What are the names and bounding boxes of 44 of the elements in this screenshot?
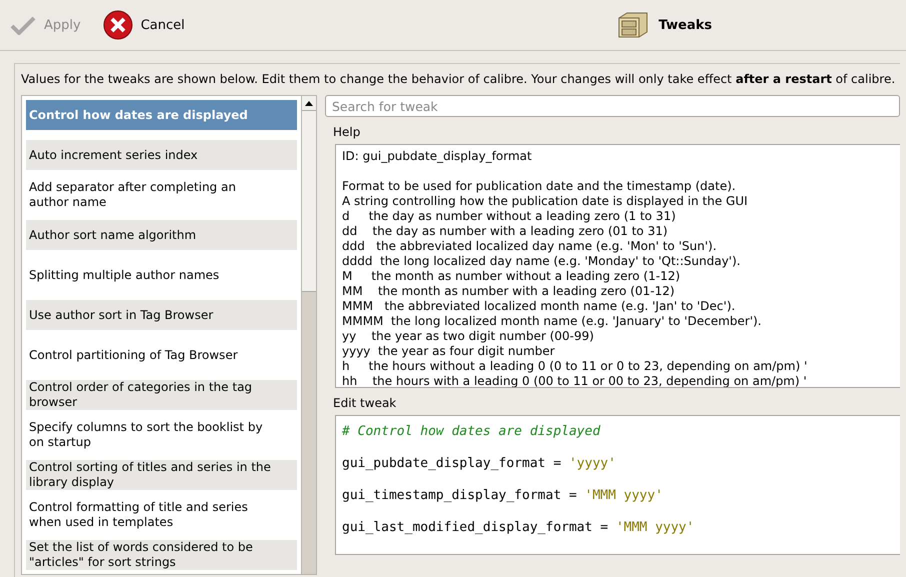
up-arrow-icon[interactable] <box>305 100 313 106</box>
tweak-item[interactable]: Control partitioning of Tag Browser <box>26 340 297 370</box>
help-line: M the month as number without a leading zero (1-12) <box>342 269 682 284</box>
help-line: ID: gui_pubdate_display_format <box>342 149 533 164</box>
help-line: ddd the abbreviated localized day name (e.g. 'Mon' to 'Sun'). <box>342 239 718 254</box>
tweak-item[interactable]: Add separator after completing an author name <box>26 180 297 210</box>
tweak-item[interactable]: Specify columns to sort the booklist by on startup <box>26 420 297 450</box>
tweak-item[interactable]: Control sorting of titles and series in the library display <box>26 460 297 490</box>
help-line: dddd the long localized day name (e.g. 'Monday' to 'Qt::Sunday'). <box>342 254 742 269</box>
help-line: yy the year as two digit number (00-99) <box>342 329 595 344</box>
code-text: gui_last_modified_display_format = <box>342 520 608 535</box>
help-line: yyyy the year as four digit number <box>342 344 556 359</box>
help-line: Format to be used for publication date and the timestamp (date). <box>342 179 737 194</box>
checkmark-icon <box>10 15 36 35</box>
string-literal: 'yyyy' <box>568 456 616 471</box>
help-label: Help <box>332 124 362 141</box>
string-literal: 'MMM yyyy' <box>616 520 694 535</box>
string-literal: 'MMM yyyy' <box>584 488 663 503</box>
tweak-item[interactable]: Set the list of words considered to be "articles" for sort strings <box>26 540 297 570</box>
code-editor[interactable]: # Control how dates are displayed gui_pubdate_display_format = 'yyyy' gui_timestamp_display_format = 'MMM yyyy' gui_last_modified_display_format = 'MMM yyyy' <box>335 415 900 555</box>
help-line: h the hours without a leading 0 (0 to 11 or 0 to 23, depending on am/pm) ' <box>342 359 808 374</box>
tweak-item[interactable]: Control order of categories in the tag browser <box>26 380 297 410</box>
edit-tweak-label: Edit tweak <box>332 395 398 412</box>
tweak-item[interactable]: Use author sort in Tag Browser <box>26 300 297 330</box>
tweak-item[interactable]: Control formatting of title and series when used in templates <box>26 500 297 530</box>
help-line: MMM the abbreviated localized month name (e.g. 'Jan' to 'Dec'). <box>342 299 736 314</box>
intro-text: Values for the tweaks are shown below. Edit them to change the behavior of calibre. Your changes will only take effect after a restart of calibre. <box>21 72 896 88</box>
tweak-item[interactable]: Auto increment series index <box>26 140 297 170</box>
code-text: gui_timestamp_display_format = <box>342 488 577 503</box>
tweak-item[interactable]: Author sort name algorithm <box>26 220 297 250</box>
tweak-item[interactable]: Control how dates are displayed <box>26 100 297 130</box>
help-line: dd the day as number with a leading zero (01 to 31) <box>342 224 669 239</box>
tweak-item[interactable]: Splitting multiple author names <box>26 260 297 290</box>
search-field[interactable]: Search for tweak <box>325 95 900 117</box>
help-line: A string controlling how the publication date is displayed in the GUI <box>342 194 749 209</box>
help-line: MM the month as number with a leading zero (01-12) <box>342 284 676 299</box>
help-line: MMMM the long localized month name (e.g. 'January' to 'December'). <box>342 314 762 329</box>
scrollbar[interactable] <box>301 96 316 574</box>
cancel-button[interactable]: Cancel <box>100 10 187 40</box>
close-icon <box>102 10 133 40</box>
help-line: d the day as number without a leading zero (1 to 31) <box>342 209 677 224</box>
code-text: gui_pubdate_display_format = <box>342 456 562 471</box>
window-title: Tweaks <box>658 18 712 32</box>
code-comment: # Control how dates are displayed <box>342 424 600 439</box>
